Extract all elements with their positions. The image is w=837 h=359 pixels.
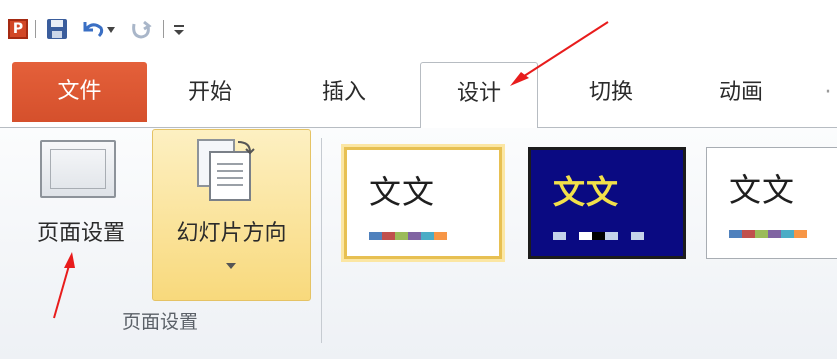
slide-orientation-label: 幻灯片方向 [176,221,287,246]
color-swatch [755,230,768,238]
color-swatch [742,230,755,238]
powerpoint-logo-icon[interactable]: P [8,19,28,39]
color-swatch [579,232,592,240]
theme-color-swatches [729,230,807,238]
group-separator [321,138,322,343]
theme-thumbnail[interactable]: 文文 [528,147,686,259]
page-setup-group-label: 页面设置 [121,311,198,333]
slide-orientation-icon [197,139,255,201]
redo-icon[interactable] [130,18,152,40]
undo-dropdown-icon[interactable] [107,27,115,33]
tab-design[interactable]: 设计 [420,62,538,128]
color-swatch [421,232,434,240]
save-icon[interactable] [46,18,68,40]
page-setup-icon [40,140,116,198]
color-swatch [631,232,644,240]
customize-toolbar-icon[interactable] [172,22,186,36]
theme-sample-text: 文文 [369,174,436,210]
chevron-down-icon [226,263,236,269]
tab-home[interactable]: 开始 [155,64,265,122]
color-swatch [566,232,579,240]
undo-icon[interactable] [79,18,105,40]
theme-thumbnail[interactable]: 文文 [706,147,837,259]
tab-insert[interactable]: 插入 [289,64,399,122]
color-swatch [382,232,395,240]
color-swatch [781,230,794,238]
color-swatch [592,232,605,240]
color-swatch [768,230,781,238]
theme-sample-text: 文文 [729,172,796,208]
color-swatch [369,232,382,240]
tab-transitions[interactable]: 切换 [556,64,666,122]
tab-animations[interactable]: 动画 [686,64,796,122]
theme-thumbnail[interactable]: 文文 [344,147,502,259]
theme-sample-text: 文文 [553,174,620,210]
toolbar-separator [163,20,164,38]
color-swatch [395,232,408,240]
color-swatch [729,230,742,238]
color-swatch [794,230,807,238]
toolbar-separator [35,20,36,38]
tab-overflow: · [824,80,832,105]
color-swatch [605,232,618,240]
color-swatch [553,232,566,240]
color-swatch [618,232,631,240]
color-swatch [408,232,421,240]
tab-file[interactable]: 文件 [12,62,147,122]
quick-access-toolbar: P [0,0,837,46]
theme-color-swatches [553,232,644,240]
page-setup-label: 页面设置 [36,221,125,246]
theme-color-swatches [369,232,447,240]
color-swatch [434,232,447,240]
